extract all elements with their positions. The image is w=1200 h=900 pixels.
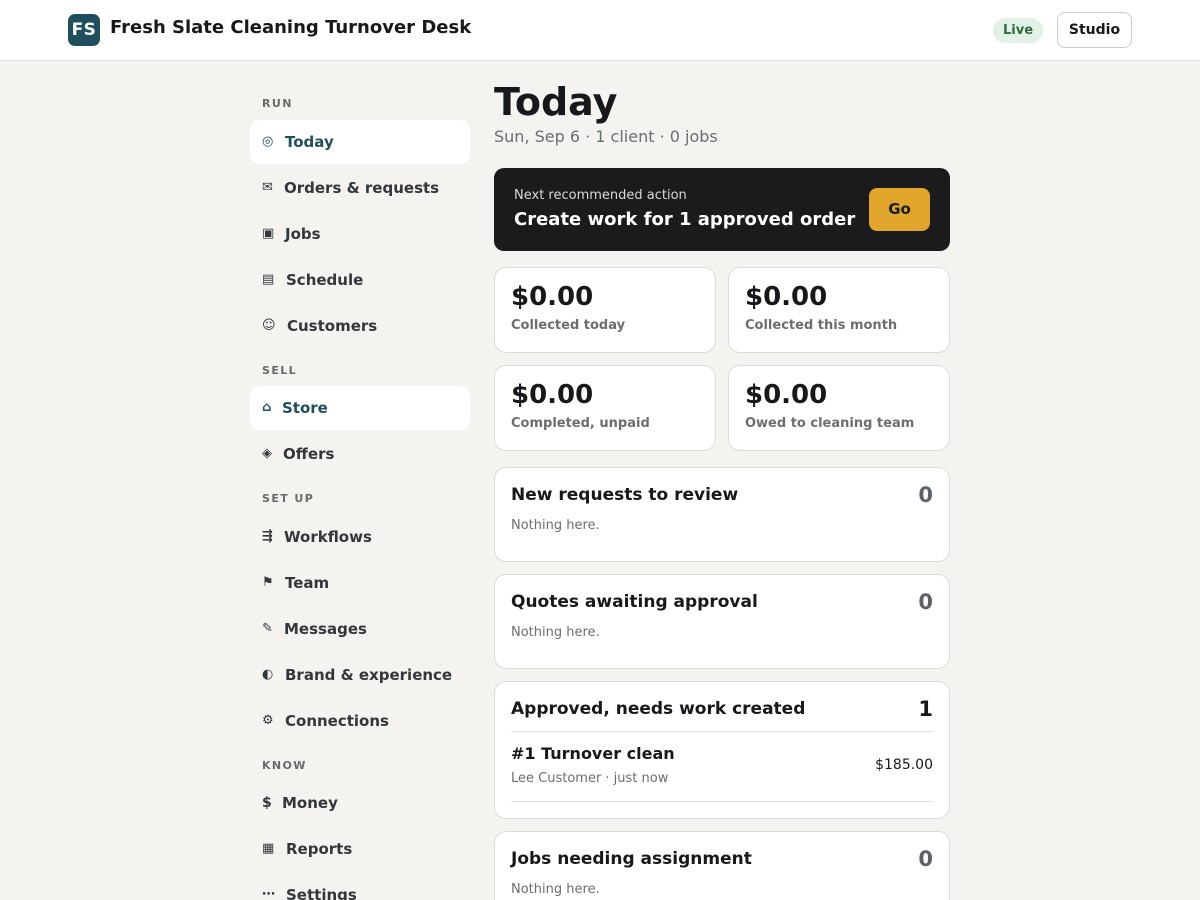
- next-action-card: Next recommended action Create work for …: [494, 168, 950, 251]
- smiley-icon: ☺: [262, 318, 276, 333]
- order-meta: Lee Customer · just now: [511, 771, 669, 786]
- stat-completed-unpaid: $0.00 Completed, unpaid: [494, 365, 716, 451]
- live-status-badge: Live: [993, 18, 1044, 43]
- gear-icon: ⚙: [262, 713, 274, 728]
- sidebar-item-messages[interactable]: ✎ Messages: [250, 607, 470, 651]
- workflow-icon: ⇶: [262, 529, 273, 544]
- panel-count: 0: [918, 847, 933, 871]
- stat-label: Completed, unpaid: [511, 416, 650, 431]
- stat-label: Collected this month: [745, 318, 898, 333]
- nav-section-setup: SET UP: [262, 492, 315, 505]
- order-title: #1 Turnover clean: [511, 744, 675, 763]
- empty-state: Nothing here.: [511, 518, 600, 533]
- envelope-icon: ✉: [262, 180, 273, 195]
- sidebar-item-label: Offers: [283, 445, 335, 463]
- panel-title: New requests to review: [511, 485, 739, 505]
- page-title: Today: [494, 80, 618, 124]
- sidebar-item-connections[interactable]: ⚙ Connections: [250, 699, 470, 743]
- dollar-icon: $: [262, 795, 272, 811]
- store-icon: ⌂: [262, 400, 272, 415]
- sidebar-item-store[interactable]: ⌂ Store: [250, 386, 470, 430]
- panel-jobs-assignment[interactable]: Jobs needing assignment 0 Nothing here.: [494, 831, 950, 900]
- sidebar-item-label: Store: [282, 399, 328, 417]
- stat-collected-today: $0.00 Collected today: [494, 267, 716, 353]
- pencil-icon: ✎: [262, 621, 273, 636]
- panel-title: Approved, needs work created: [511, 699, 806, 719]
- next-action-title: Create work for 1 approved order: [514, 209, 856, 230]
- sidebar-item-today[interactable]: ◎ Today: [250, 120, 470, 164]
- half-circle-icon: ◐: [262, 667, 274, 682]
- panel-count: 1: [918, 697, 933, 721]
- sidebar-item-label: Settings: [286, 886, 357, 900]
- sidebar-item-label: Connections: [285, 712, 389, 730]
- sidebar-item-money[interactable]: $ Money: [250, 781, 470, 825]
- sidebar-item-label: Money: [282, 794, 338, 812]
- grid-icon: ▦: [262, 841, 275, 856]
- divider: [511, 731, 933, 732]
- stat-label: Owed to cleaning team: [745, 416, 915, 431]
- sidebar-nav: RUN ◎ Today ✉ Orders & requests ▣ Jobs ▤…: [250, 61, 470, 900]
- stat-collected-month: $0.00 Collected this month: [728, 267, 950, 353]
- panel-count: 0: [918, 590, 933, 614]
- sidebar-item-schedule[interactable]: ▤ Schedule: [250, 258, 470, 302]
- target-icon: ◎: [262, 134, 274, 149]
- more-icon: ⋯: [262, 887, 275, 900]
- sidebar-item-workflows[interactable]: ⇶ Workflows: [250, 515, 470, 559]
- stat-value: $0.00: [745, 380, 828, 410]
- app-title: Fresh Slate Cleaning Turnover Desk: [110, 17, 472, 38]
- nav-section-run: RUN: [262, 97, 293, 110]
- app-logo: FS: [68, 14, 100, 46]
- next-action-kicker: Next recommended action: [514, 188, 687, 203]
- sidebar-item-label: Today: [285, 133, 334, 151]
- sidebar-item-jobs[interactable]: ▣ Jobs: [250, 212, 470, 256]
- page-subtitle: Sun, Sep 6 · 1 client · 0 jobs: [494, 127, 718, 146]
- sidebar-item-label: Brand & experience: [285, 666, 453, 684]
- nav-section-know: KNOW: [262, 759, 307, 772]
- sidebar-item-label: Messages: [284, 620, 367, 638]
- diamond-icon: ◈: [262, 446, 272, 461]
- sidebar-item-label: Orders & requests: [284, 179, 440, 197]
- panel-quotes[interactable]: Quotes awaiting approval 0 Nothing here.: [494, 574, 950, 669]
- panel-new-requests[interactable]: New requests to review 0 Nothing here.: [494, 467, 950, 562]
- top-bar: FS Fresh Slate Cleaning Turnover Desk Li…: [0, 0, 1200, 61]
- sidebar-item-customers[interactable]: ☺ Customers: [250, 304, 470, 348]
- sidebar-item-orders[interactable]: ✉ Orders & requests: [250, 166, 470, 210]
- sidebar-item-label: Jobs: [285, 225, 321, 243]
- empty-state: Nothing here.: [511, 625, 600, 640]
- nav-section-sell: SELL: [262, 364, 298, 377]
- sidebar-item-team[interactable]: ⚑ Team: [250, 561, 470, 605]
- sidebar-item-label: Customers: [287, 317, 378, 335]
- sidebar-item-label: Workflows: [284, 528, 372, 546]
- panel-title: Quotes awaiting approval: [511, 592, 758, 612]
- calendar-icon: ▤: [262, 272, 275, 287]
- panel-count: 0: [918, 483, 933, 507]
- stat-value: $0.00: [745, 282, 828, 312]
- sidebar-item-label: Reports: [286, 840, 353, 858]
- sidebar-item-brand[interactable]: ◐ Brand & experience: [250, 653, 470, 697]
- divider: [511, 801, 933, 802]
- sidebar-item-offers[interactable]: ◈ Offers: [250, 432, 470, 476]
- studio-button[interactable]: Studio: [1057, 12, 1132, 48]
- order-amount: $185.00: [875, 757, 933, 773]
- panel-approved-orders[interactable]: Approved, needs work created 1 #1 Turnov…: [494, 681, 950, 819]
- empty-state: Nothing here.: [511, 882, 600, 897]
- stat-value: $0.00: [511, 380, 594, 410]
- go-button[interactable]: Go: [869, 188, 930, 231]
- stat-label: Collected today: [511, 318, 626, 333]
- sidebar-item-label: Team: [285, 574, 330, 592]
- square-icon: ▣: [262, 226, 275, 241]
- stat-value: $0.00: [511, 282, 594, 312]
- panel-title: Jobs needing assignment: [511, 849, 752, 869]
- flag-icon: ⚑: [262, 575, 274, 590]
- sidebar-item-reports[interactable]: ▦ Reports: [250, 827, 470, 871]
- stat-owed-team: $0.00 Owed to cleaning team: [728, 365, 950, 451]
- sidebar-item-label: Schedule: [286, 271, 364, 289]
- sidebar-item-settings[interactable]: ⋯ Settings: [250, 873, 470, 900]
